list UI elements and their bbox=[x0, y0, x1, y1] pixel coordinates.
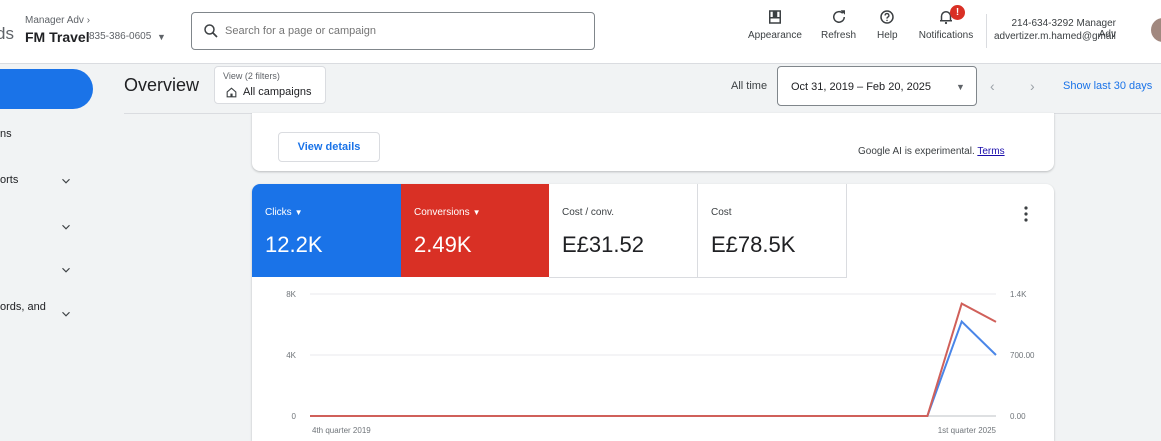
caret-down-icon: ▼ bbox=[472, 208, 481, 217]
appearance-button[interactable]: Appearance bbox=[748, 8, 802, 41]
x-axis-label: 1st quarter 2025 bbox=[938, 426, 997, 435]
series-line-clicks bbox=[310, 319, 997, 417]
help-button[interactable]: Help bbox=[877, 8, 898, 41]
filter-subtitle: View (2 filters) bbox=[223, 71, 280, 81]
sidebar-item-campaigns[interactable]: ns bbox=[0, 128, 12, 140]
search-box[interactable] bbox=[191, 12, 595, 50]
show-last-30-days-link[interactable]: Show last 30 days bbox=[1063, 80, 1152, 92]
more-options-icon[interactable] bbox=[1024, 206, 1028, 222]
filter-label: All campaigns bbox=[243, 86, 312, 98]
ai-disclaimer-text: Google AI is experimental. bbox=[858, 146, 975, 157]
sidebar-item-label: ns bbox=[0, 128, 12, 140]
chevron-right-icon: › bbox=[86, 15, 91, 26]
date-range-value: Oct 31, 2019 – Feb 20, 2025 bbox=[791, 81, 932, 93]
metric-conversions[interactable]: Conversions ▼ 2.49K bbox=[401, 184, 549, 277]
view-filter-chip[interactable]: View (2 filters) All campaigns bbox=[214, 66, 326, 104]
left-axis-tick: 4K bbox=[286, 351, 296, 360]
chevron-down-icon[interactable] bbox=[59, 174, 73, 188]
metric-divider bbox=[846, 184, 847, 277]
view-details-button[interactable]: View details bbox=[278, 132, 380, 162]
metric-cost-per-conv[interactable]: Cost / conv. E£31.52 bbox=[549, 184, 698, 277]
appearance-label: Appearance bbox=[748, 30, 802, 41]
right-axis-tick: 1.4K bbox=[1010, 290, 1027, 299]
metric-label: Clicks ▼ bbox=[265, 207, 303, 218]
notifications-label: Notifications bbox=[918, 30, 974, 41]
caret-down-icon: ▼ bbox=[294, 208, 303, 217]
account-id: 835-386-0605 bbox=[89, 31, 152, 42]
chevron-down-icon[interactable] bbox=[59, 220, 73, 234]
metric-value: E£31.52 bbox=[562, 232, 644, 257]
account-name: FM Travel bbox=[25, 29, 90, 45]
caret-down-icon[interactable]: ▼ bbox=[157, 32, 166, 42]
previous-period-icon[interactable]: ‹ bbox=[990, 78, 995, 94]
metric-label: Conversions ▼ bbox=[414, 207, 481, 218]
sidebar-item-label: ords, and bbox=[0, 301, 46, 313]
chevron-down-icon[interactable] bbox=[59, 263, 73, 277]
account-switcher[interactable]: FM Travel bbox=[25, 29, 90, 45]
notification-badge: ! bbox=[950, 5, 965, 20]
right-axis-tick: 0.00 bbox=[1010, 412, 1026, 421]
top-bar: ds Manager Adv › FM Travel 835-386-0605 … bbox=[0, 0, 1161, 64]
chevron-down-icon[interactable] bbox=[59, 307, 73, 321]
create-button[interactable] bbox=[0, 69, 93, 109]
appearance-icon bbox=[768, 10, 781, 24]
refresh-button[interactable]: Refresh bbox=[821, 8, 856, 41]
metric-label: Cost bbox=[711, 207, 732, 218]
refresh-label: Refresh bbox=[821, 30, 857, 41]
ai-disclaimer: Google AI is experimental. Terms bbox=[858, 146, 1005, 157]
notifications-button[interactable]: ! Notifications bbox=[916, 5, 976, 41]
refresh-icon bbox=[832, 10, 845, 23]
home-icon bbox=[226, 87, 237, 98]
sidebar-item-reports[interactable]: orts bbox=[0, 174, 18, 186]
search-input[interactable] bbox=[225, 22, 585, 40]
sidebar: ns orts ords, and bbox=[0, 64, 108, 441]
metric-value: 2.49K bbox=[414, 232, 472, 257]
caret-down-icon: ▼ bbox=[956, 82, 965, 92]
date-preset-label: All time bbox=[731, 80, 768, 92]
sidebar-item-label: orts bbox=[0, 174, 19, 186]
help-icon bbox=[880, 10, 895, 24]
product-logo[interactable]: ds bbox=[0, 24, 14, 44]
search-icon bbox=[204, 24, 218, 38]
user-email[interactable]: advertizer.m.hamed@gmail.co... bbox=[994, 31, 1116, 42]
sidebar-item-keywords[interactable]: ords, and bbox=[0, 301, 46, 313]
page-title: Overview bbox=[124, 75, 200, 95]
metric-cost[interactable]: Cost E£78.5K bbox=[698, 184, 846, 277]
avatar[interactable] bbox=[1151, 18, 1161, 42]
next-period-icon[interactable]: › bbox=[1030, 78, 1035, 94]
metric-clicks[interactable]: Clicks ▼ 12.2K bbox=[252, 184, 401, 277]
toolbar-divider bbox=[986, 14, 987, 48]
series-line-conversions bbox=[310, 302, 997, 417]
date-range-picker[interactable]: Oct 31, 2019 – Feb 20, 2025 ▼ bbox=[777, 66, 977, 106]
performance-chart-card: Clicks ▼ 12.2K Conversions ▼ 2.49K Cost / … bbox=[252, 184, 1054, 441]
performance-line-chart: 0 0.00 4K 700.00 8K 1.4K 4th quarter 2019 1st q… bbox=[286, 290, 1035, 435]
metric-label: Cost / conv. bbox=[562, 207, 615, 218]
left-axis-tick: 0 bbox=[292, 412, 297, 421]
metric-value: E£78.5K bbox=[711, 232, 796, 257]
metric-value: 12.2K bbox=[265, 232, 323, 257]
x-axis-label: 4th quarter 2019 bbox=[312, 426, 371, 435]
left-axis-tick: 8K bbox=[286, 290, 296, 299]
manager-account-link[interactable]: Manager Adv › bbox=[25, 15, 90, 26]
help-label: Help bbox=[877, 30, 898, 41]
terms-link[interactable]: Terms bbox=[977, 146, 1004, 157]
right-axis-tick: 700.00 bbox=[1010, 351, 1035, 360]
insight-card: View details Google AI is experimental. … bbox=[252, 113, 1054, 171]
